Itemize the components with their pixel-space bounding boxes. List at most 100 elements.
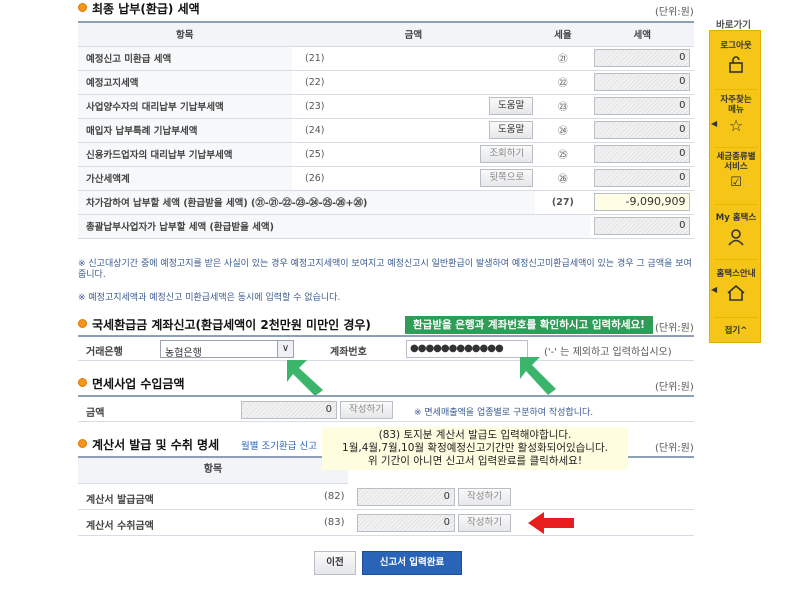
subtotal-code: (27) <box>535 190 591 215</box>
table-header: 항목 금액 세율 세액 <box>78 22 694 47</box>
row-code: (21) <box>291 46 338 71</box>
subtotal-label: 차가감하여 납부할 세액 (환급받을 세액) (㉑-㉑-㉒-㉓-㉔-㉕-㉖+㉖) <box>78 190 536 215</box>
invoice-issued-field[interactable]: 0 <box>357 488 455 506</box>
row-label: 예정고지세액 <box>78 70 292 95</box>
sidebar-item-guide[interactable]: 홈택스안내 <box>710 267 762 313</box>
row-label: 가산세액계 <box>78 166 292 191</box>
invoice-issued-write-button[interactable]: 작성하기 <box>458 488 511 506</box>
table-row: 예정신고 미환급 세액 (21) ㉑ 0 <box>78 46 694 71</box>
total-label: 총괄납부사업자가 납부할 세액 (환급받을 세액) <box>78 214 591 239</box>
total-field[interactable]: 0 <box>594 217 691 235</box>
table-row: 계산서 수취금액 (83) 0 작성하기 <box>78 510 694 536</box>
header-item: 항목 <box>78 22 292 47</box>
section1-title: 최종 납부(환급) 세액 <box>92 2 200 16</box>
section-bullet <box>78 378 87 387</box>
section2-title: 국세환급금 계좌신고(환급세액이 2천만원 미만인 경우) <box>92 318 371 332</box>
section-bullet <box>78 439 87 448</box>
exempt-row: 금액 0 작성하기 ※ 면세매출액을 업종별로 구분하여 작성합니다. <box>78 395 694 422</box>
table-row: 계산서 발급금액 (82) 0 작성하기 <box>78 484 694 510</box>
sidebar-item-favorites[interactable]: 자주찾는 메뉴 ☆ <box>710 95 762 145</box>
bank-selected-value: 농협은행 <box>165 348 202 359</box>
row-code: (82) <box>324 491 345 502</box>
section4-subtitle: 월별 조기환급 신고 <box>241 441 317 452</box>
row-circle: ㉑ <box>535 46 591 71</box>
sidebar-item-label: 홈택스안내 <box>716 269 756 279</box>
total-row: 총괄납부사업자가 납부할 세액 (환급받을 세액) 0 <box>78 214 694 239</box>
sidebar-collapse-button[interactable]: 접기^ <box>710 324 762 338</box>
row-code: (23) <box>291 94 338 119</box>
row-circle: ㉔ <box>535 118 591 143</box>
table-row: 사업양수자의 대리납부 기납부세액 (23) 도움말 ㉓ 0 <box>78 94 694 119</box>
row-label: 신용카드업자의 대리납부 기납부세액 <box>78 142 292 167</box>
table-row: 예정고지세액 (22) ㉒ 0 <box>78 70 694 95</box>
section2-unit: (단위:원) <box>655 323 694 334</box>
row-circle: ㉖ <box>535 166 591 191</box>
sidebar-item-my-hometax[interactable]: My 홈택스 <box>710 211 762 255</box>
invoice-tooltip: (83) 토지분 계산서 발급도 입력해야합니다. 1월,4월,7월,10월 확… <box>322 427 628 470</box>
section-bullet <box>78 319 87 328</box>
account-row: 거래은행 농협은행 ∨ 계좌번호 ●●●●●●●●●●●● ('-' 는 제외하… <box>78 335 694 361</box>
chevron-left-icon: ◀ <box>711 285 718 294</box>
back-page-button[interactable]: 뒷쪽으로 <box>480 169 534 187</box>
arrow-up-icon <box>287 360 323 396</box>
exempt-write-button[interactable]: 작성하기 <box>340 401 393 419</box>
tooltip-line: (83) 토지분 계산서 발급도 입력해야합니다. <box>378 429 572 441</box>
section4-unit: (단위:원) <box>655 443 694 454</box>
row-circle: ㉕ <box>535 142 591 167</box>
tax-field[interactable]: 0 <box>594 73 691 91</box>
subtotal-field[interactable]: -9,090,909 <box>594 193 691 211</box>
header-rate: 세율 <box>535 22 591 47</box>
help-button[interactable]: 도움말 <box>489 121 534 139</box>
row-circle: ㉒ <box>535 70 591 95</box>
chevron-down-icon[interactable]: ∨ <box>277 341 293 357</box>
table-row: 가산세액계 (26) 뒷쪽으로 ㉖ 0 <box>78 166 694 191</box>
section1-unit: (단위:원) <box>655 7 694 18</box>
table-row: 신용카드업자의 대리납부 기납부세액 (25) 조회하기 ㉕ 0 <box>78 142 694 167</box>
account-input[interactable]: ●●●●●●●●●●●● <box>406 340 528 358</box>
tax-field[interactable]: 0 <box>594 121 691 139</box>
note-exclusive: ※ 예정고지세액과 예정신고 미환급세액은 동시에 입력할 수 없습니다. <box>78 293 341 303</box>
row-code: (83) <box>324 517 345 528</box>
row-label: 예정신고 미환급 세액 <box>78 46 292 71</box>
help-button[interactable]: 도움말 <box>489 97 534 115</box>
final-tax-table: 항목 금액 세율 세액 예정신고 미환급 세액 (21) ㉑ 0 예정고지세액 … <box>78 21 694 239</box>
header-tax: 세액 <box>590 22 694 47</box>
star-icon: ☆ <box>728 116 744 135</box>
tax-field[interactable]: 0 <box>594 145 691 163</box>
tax-field[interactable]: 0 <box>594 97 691 115</box>
chevron-left-icon: ◀ <box>711 119 718 128</box>
complete-button[interactable]: 신고서 입력완료 <box>362 551 462 575</box>
prev-button[interactable]: 이전 <box>314 551 356 575</box>
row-code: (24) <box>291 118 338 143</box>
sidebar-item-services[interactable]: 세금종류별 서비스 ☑ <box>710 152 762 202</box>
tax-field[interactable]: 0 <box>594 49 691 67</box>
sidebar-item-label: 로그아웃 <box>720 41 752 51</box>
exempt-amount-field[interactable]: 0 <box>241 401 337 419</box>
arrow-up-icon <box>520 357 556 395</box>
lock-icon <box>729 56 743 73</box>
lookup-button[interactable]: 조회하기 <box>480 145 534 163</box>
section4-title: 계산서 발급 및 수취 명세 <box>92 438 220 452</box>
tax-field[interactable]: 0 <box>594 169 691 187</box>
exempt-note: ※ 면세매출액을 업종별로 구분하여 작성합니다. <box>414 408 594 418</box>
checkbox-icon: ☑ <box>730 175 742 190</box>
invoice-received-write-button[interactable]: 작성하기 <box>458 514 511 532</box>
row-label: 사업양수자의 대리납부 기납부세액 <box>78 94 292 119</box>
tooltip-line: 위 기간이 아니면 신고서 입력완료를 클릭하세요! <box>367 455 583 467</box>
tooltip-line: 1월,4월,7월,10월 확정예정신고기간만 활성화되어있습니다. <box>342 442 608 454</box>
section3-unit: (단위:원) <box>655 382 694 393</box>
sidebar-title: 바로가기 <box>716 20 751 31</box>
subtotal-row: 차가감하여 납부할 세액 (환급받을 세액) (㉑-㉑-㉒-㉓-㉔-㉕-㉖+㉖)… <box>78 190 694 215</box>
home-icon <box>727 284 745 301</box>
invoice-received-field[interactable]: 0 <box>357 514 455 532</box>
sidebar-item-logout[interactable]: 로그아웃 <box>710 39 762 85</box>
row-code: (25) <box>291 142 338 167</box>
row-code: (22) <box>291 70 338 95</box>
bank-label: 거래은행 <box>86 347 123 358</box>
row-circle: ㉓ <box>535 94 591 119</box>
section-bullet <box>78 3 87 12</box>
bank-select[interactable]: 농협은행 ∨ <box>160 340 294 359</box>
row-label: 계산서 발급금액 <box>86 495 154 506</box>
sidebar-item-label: 세금종류별 서비스 <box>716 152 756 172</box>
account-hint: ('-' 는 제외하고 입력하십시오) <box>544 347 672 358</box>
